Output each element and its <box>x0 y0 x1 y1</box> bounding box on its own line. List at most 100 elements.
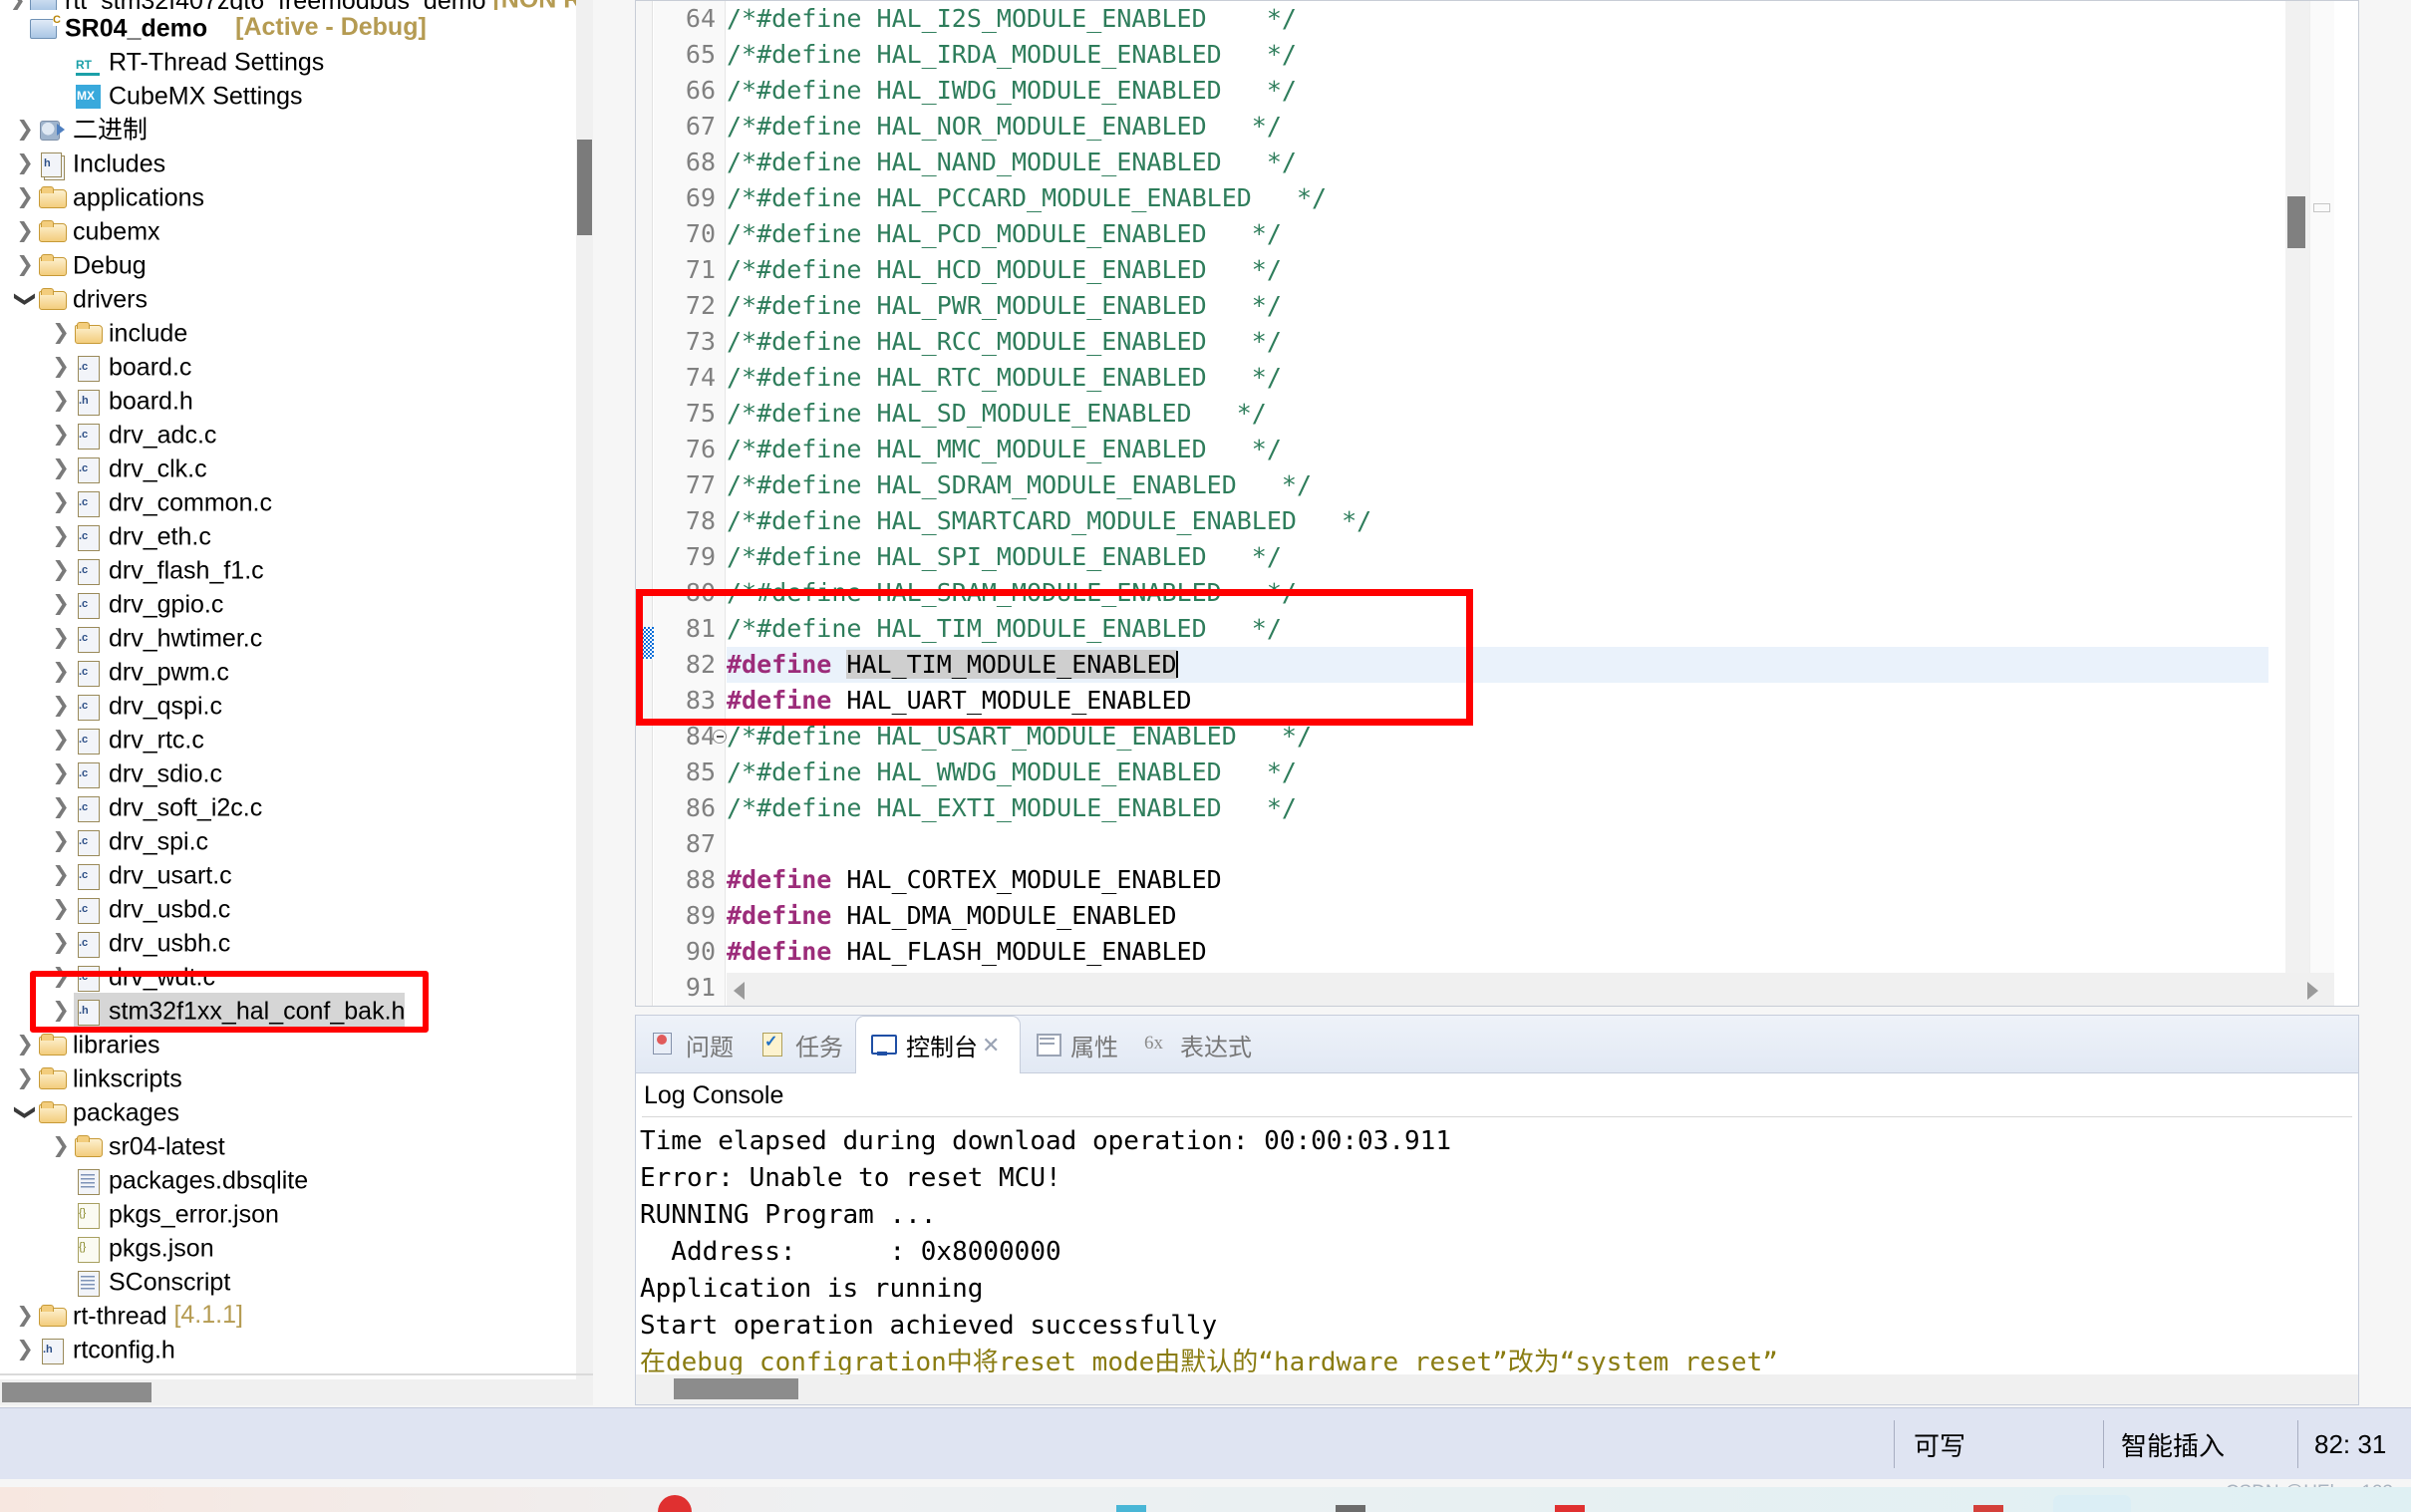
tree-item-includes[interactable]: ❯Includes <box>0 146 576 179</box>
code-line[interactable]: /*#define HAL_RTC_MODULE_ENABLED */ <box>727 360 2268 396</box>
tree-item-sconscript[interactable]: ❯SConscript <box>0 1264 576 1298</box>
tab-console[interactable]: 控制台✕ <box>855 1016 1021 1073</box>
editor-vscroll-thumb[interactable] <box>2313 203 2330 212</box>
chevron-right-icon[interactable]: ❯ <box>48 553 74 587</box>
taskbar-app-icon[interactable] <box>1116 1505 1146 1512</box>
chevron-right-icon[interactable]: ❯ <box>12 147 38 180</box>
tab-properties[interactable]: 属性 <box>1021 1016 1130 1073</box>
taskbar-app-icon[interactable] <box>1973 1505 2003 1512</box>
code-line[interactable]: /*#define HAL_SPI_MODULE_ENABLED */ <box>727 539 2268 575</box>
console-tab-bar[interactable]: 问题任务控制台✕属性表达式 <box>636 1016 2358 1073</box>
code-line[interactable]: /*#define HAL_SRAM_MODULE_ENABLED */ <box>727 575 2268 611</box>
chevron-down-icon[interactable]: ❯ <box>8 1099 42 1125</box>
code-line[interactable]: /*#define HAL_WWDG_MODULE_ENABLED */ <box>727 755 2268 790</box>
chevron-right-icon[interactable]: ❯ <box>48 316 74 350</box>
tree-item-drv-hwtimer-c[interactable]: ❯drv_hwtimer.c <box>0 620 576 654</box>
chevron-right-icon[interactable]: ❯ <box>48 452 74 485</box>
overview-ruler-thumb[interactable] <box>2287 196 2305 248</box>
chevron-right-icon[interactable]: ❯ <box>48 723 74 756</box>
tree-item-applications[interactable]: ❯applications <box>0 179 576 213</box>
chevron-right-icon[interactable]: ❯ <box>12 180 38 214</box>
tree-item-debug[interactable]: ❯Debug <box>0 247 576 281</box>
chevron-right-icon[interactable]: ❯ <box>48 994 74 1028</box>
tree-item-drivers[interactable]: ❯drivers <box>0 281 576 315</box>
code-line[interactable]: /*#define HAL_IRDA_MODULE_ENABLED */ <box>727 37 2268 73</box>
tree-item-drv-soft-i2c-c[interactable]: ❯drv_soft_i2c.c <box>0 789 576 823</box>
chevron-right-icon[interactable]: ❯ <box>12 1028 38 1061</box>
tree-item-drv-common-c[interactable]: ❯drv_common.c <box>0 484 576 518</box>
chevron-right-icon[interactable]: ❯ <box>12 1299 38 1333</box>
code-line[interactable] <box>727 826 2268 862</box>
tree-item-partial[interactable]: ❯rtt_stm32f407zgt6_freemodbus_demo [NON … <box>0 0 576 10</box>
chevron-right-icon[interactable]: ❯ <box>48 892 74 926</box>
chevron-right-icon[interactable]: ❯ <box>48 926 74 960</box>
editor-code-area[interactable]: /*#define HAL_I2S_MODULE_ENABLED *//*#de… <box>727 1 2268 1006</box>
tree-item-drv-clk-c[interactable]: ❯drv_clk.c <box>0 451 576 484</box>
tree-item-drv-adc-c[interactable]: ❯drv_adc.c <box>0 417 576 451</box>
code-line[interactable]: #define HAL_CORTEX_MODULE_ENABLED <box>727 862 2268 898</box>
tree-item-drv-wdt-c[interactable]: ❯drv_wdt.c <box>0 959 576 993</box>
chevron-right-icon[interactable]: ❯ <box>12 1061 38 1095</box>
tree-item-drv-spi-c[interactable]: ❯drv_spi.c <box>0 823 576 857</box>
tree-item-project[interactable]: ❯SR04_demo[Active - Debug] <box>0 10 576 44</box>
code-line[interactable]: /*#define HAL_PCD_MODULE_ENABLED */ <box>727 216 2268 252</box>
tree-item-rt-thread-settings[interactable]: ❯RT-Thread Settings <box>0 44 576 78</box>
chevron-right-icon[interactable]: ❯ <box>48 621 74 655</box>
explorer-vscroll-thumb[interactable] <box>577 140 592 235</box>
tree-item-drv-usbh-c[interactable]: ❯drv_usbh.c <box>0 925 576 959</box>
explorer-horizontal-scrollbar[interactable] <box>0 1379 576 1405</box>
code-line[interactable]: /*#define HAL_I2S_MODULE_ENABLED */ <box>727 1 2268 37</box>
tree-item-linkscripts[interactable]: ❯linkscripts <box>0 1060 576 1094</box>
code-line[interactable]: /*#define HAL_PWR_MODULE_ENABLED */ <box>727 288 2268 324</box>
tab-problems[interactable]: 问题 <box>636 1016 746 1073</box>
chevron-right-icon[interactable]: ❯ <box>48 858 74 892</box>
code-line[interactable]: /*#define HAL_EXTI_MODULE_ENABLED */ <box>727 790 2268 826</box>
chevron-right-icon[interactable]: ❯ <box>48 350 74 384</box>
code-line[interactable]: /*#define HAL_USART_MODULE_ENABLED */ <box>727 719 2268 755</box>
chevron-right-icon[interactable]: ❯ <box>48 824 74 858</box>
tree-item-rt-thread[interactable]: ❯rt-thread [4.1.1] <box>0 1298 576 1332</box>
tree-item-drv-rtc-c[interactable]: ❯drv_rtc.c <box>0 722 576 756</box>
code-line[interactable]: /*#define HAL_NOR_MODULE_ENABLED */ <box>727 109 2268 145</box>
explorer-hscroll-thumb[interactable] <box>2 1382 151 1402</box>
tree-item-board-h[interactable]: ❯board.h <box>0 383 576 417</box>
tree-item-stm32f1xx-hal-conf-bak-h[interactable]: ❯stm32f1xx_hal_conf_bak.h <box>0 993 576 1027</box>
chevron-right-icon[interactable]: ❯ <box>48 485 74 519</box>
tree-item-drv-usbd-c[interactable]: ❯drv_usbd.c <box>0 891 576 925</box>
os-taskbar[interactable] <box>0 1487 2411 1512</box>
tab-tasks[interactable]: 任务 <box>746 1016 855 1073</box>
tree-item-pkgs-json[interactable]: ❯pkgs.json <box>0 1230 576 1264</box>
console-hscroll-thumb[interactable] <box>674 1378 798 1399</box>
editor-overview-ruler[interactable] <box>2285 1 2309 975</box>
tree-item-sr04-latest[interactable]: ❯sr04-latest <box>0 1128 576 1162</box>
chevron-right-icon[interactable]: ❯ <box>12 214 38 248</box>
code-line[interactable]: /*#define HAL_SDRAM_MODULE_ENABLED */ <box>727 467 2268 503</box>
chevron-right-icon[interactable]: ❯ <box>12 1333 38 1366</box>
taskbar-app-icon[interactable] <box>1336 1505 1365 1512</box>
chevron-right-icon[interactable]: ❯ <box>48 384 74 418</box>
code-line[interactable]: /*#define HAL_IWDG_MODULE_ENABLED */ <box>727 73 2268 109</box>
chevron-right-icon[interactable]: ❯ <box>48 1129 74 1163</box>
code-line[interactable]: /*#define HAL_TIM_MODULE_ENABLED */ <box>727 611 2268 647</box>
tree-item-packages-dbsqlite[interactable]: ❯packages.dbsqlite <box>0 1162 576 1196</box>
tree-item-drv-pwm-c[interactable]: ❯drv_pwm.c <box>0 654 576 688</box>
chevron-right-icon[interactable]: ❯ <box>12 248 38 282</box>
editor-vertical-scrollbar[interactable] <box>2309 1 2334 975</box>
chevron-right-icon[interactable]: ❯ <box>48 519 74 553</box>
code-line[interactable]: /*#define HAL_NAND_MODULE_ENABLED */ <box>727 145 2268 180</box>
tree-item-libraries[interactable]: ❯libraries <box>0 1027 576 1060</box>
code-editor[interactable]: 6465666768697071727374757677787980818283… <box>635 0 2359 1007</box>
code-line[interactable]: /*#define HAL_SMARTCARD_MODULE_ENABLED *… <box>727 503 2268 539</box>
code-line[interactable]: /*#define HAL_PCCARD_MODULE_ENABLED */ <box>727 180 2268 216</box>
chevron-right-icon[interactable]: ❯ <box>48 790 74 824</box>
project-tree[interactable]: ❯rtt_stm32f407zgt6_freemodbus_demo [NON … <box>0 0 576 1365</box>
tree-item-packages[interactable]: ❯packages <box>0 1094 576 1128</box>
tree-item-drv-gpio-c[interactable]: ❯drv_gpio.c <box>0 586 576 620</box>
console-horizontal-scrollbar[interactable] <box>636 1374 2358 1404</box>
taskbar-app-icon[interactable] <box>1555 1505 1585 1512</box>
console-log-output[interactable]: Time elapsed during download operation: … <box>636 1117 2358 1378</box>
tree-item-drv-usart-c[interactable]: ❯drv_usart.c <box>0 857 576 891</box>
tab-expressions[interactable]: 表达式 <box>1130 1016 1264 1073</box>
code-line[interactable]: #define HAL_UART_MODULE_ENABLED <box>727 683 2268 719</box>
tree-item-drv-flash-f1-c[interactable]: ❯drv_flash_f1.c <box>0 552 576 586</box>
